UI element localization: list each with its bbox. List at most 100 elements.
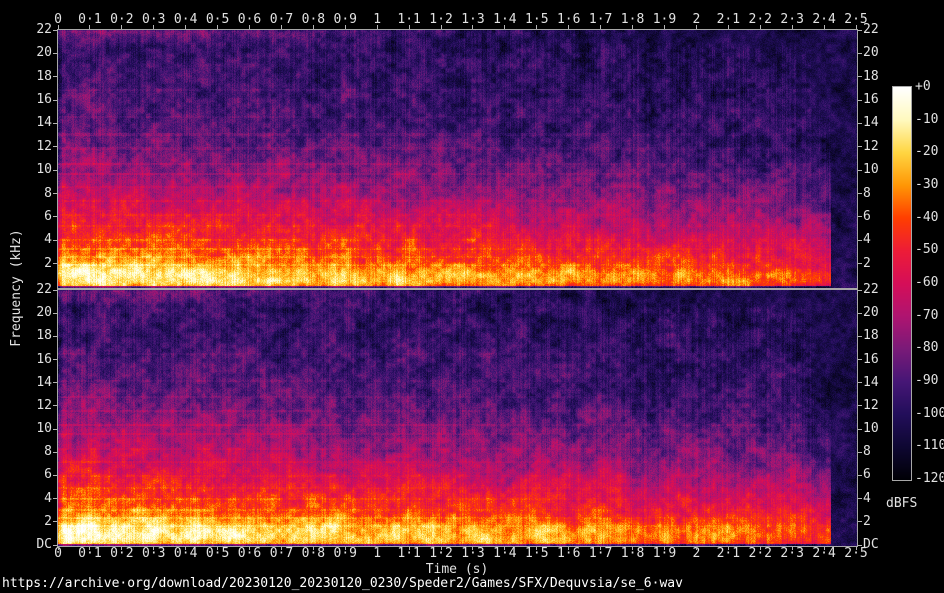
time-tick-mark [664,25,665,29]
dbfs-tick-label: -90 [915,373,939,388]
freq-tick-mark [858,545,862,546]
freq-tick-mark [858,313,862,314]
time-tick-mark [632,25,633,29]
time-tick-mark [568,25,569,29]
freq-tick-label: 2 [863,255,871,271]
freq-tick-mark [53,521,57,522]
freq-tick-label: 10 [36,421,52,437]
freq-tick-label: 12 [36,138,52,154]
freq-tick-label: 14 [863,115,879,131]
dbfs-tick-label: -80 [915,340,939,356]
time-tick-mark [121,546,122,550]
dbfs-tick-label: -70 [915,307,939,323]
freq-tick-mark [53,240,57,241]
freq-tick-label: 10 [863,421,879,437]
freq-tick-label: 16 [863,351,879,367]
freq-tick-mark [858,336,862,337]
freq-tick-mark [858,193,862,194]
freq-tick-mark [858,429,862,430]
time-tick-mark [185,546,186,550]
freq-tick-mark [858,123,862,124]
freq-tick-label: 20 [36,45,52,61]
time-tick-mark [409,25,410,29]
time-tick-mark [313,546,314,550]
freq-tick-label: 14 [36,115,52,131]
dbfs-tick-label: -10 [915,111,939,127]
time-tick-mark [89,546,90,550]
time-tick-mark [217,546,218,550]
time-tick-mark [121,25,122,29]
freq-tick-label: 14 [36,374,52,390]
time-tick-mark [217,25,218,29]
freq-tick-label: 10 [863,162,879,178]
time-tick-mark [728,546,729,550]
freq-tick-label: 18 [863,68,879,84]
freq-tick-mark [858,382,862,383]
freq-tick-label: 6 [44,467,52,483]
freq-tick-label: 18 [863,328,879,344]
freq-tick-mark [53,170,57,171]
freq-tick-mark [53,429,57,430]
time-tick-mark [249,25,250,29]
colorbar-gradient [892,86,912,481]
freq-tick-mark [53,30,57,31]
freq-tick-mark [858,170,862,171]
freq-tick-mark [53,545,57,546]
freq-tick-label: 18 [36,68,52,84]
freq-tick-mark [858,100,862,101]
freq-tick-label: 16 [863,92,879,108]
time-tick-mark [760,546,761,550]
freq-tick-label: 4 [44,490,52,506]
freq-tick-mark [858,498,862,499]
freq-tick-label: 2 [863,513,871,529]
time-tick-mark [536,25,537,29]
time-tick-mark [504,546,505,550]
time-tick-mark [472,25,473,29]
freq-tick-label: 12 [863,397,879,413]
freq-tick-mark [53,193,57,194]
freq-tick-mark [858,146,862,147]
time-tick-mark [377,546,378,550]
freq-tick-mark [53,313,57,314]
freq-tick-mark [53,475,57,476]
time-tick-mark [728,25,729,29]
time-tick-mark [58,25,59,29]
spectrogram-channel-2 [57,289,858,547]
freq-tick-mark [858,359,862,360]
time-tick-mark [696,546,697,550]
freq-tick-mark [53,216,57,217]
freq-tick-label: 20 [863,45,879,61]
spectrogram-channel-1 [57,29,858,289]
time-tick-mark [600,25,601,29]
freq-tick-label: DC [36,537,52,552]
freq-tick-mark [858,240,862,241]
dbfs-tick-label: -100 [915,405,944,421]
freq-tick-mark [53,359,57,360]
dbfs-tick-label: -30 [915,177,939,192]
freq-tick-label: 20 [863,305,879,321]
freq-tick-label: 6 [863,467,871,483]
time-axis-title: Time (s) [425,562,489,577]
dbfs-tick-label: -120 [915,471,944,486]
dbfs-unit-label: dBFS [886,496,918,511]
time-tick-mark [345,546,346,550]
freq-tick-mark [858,405,862,406]
time-tick-mark [313,25,314,29]
time-tick-mark [89,25,90,29]
dbfs-tick-label: -50 [915,242,939,258]
freq-tick-mark [53,452,57,453]
freq-tick-mark [53,336,57,337]
time-tick-mark [281,25,282,29]
time-tick-mark [441,546,442,550]
dbfs-tick-label: -60 [915,275,939,290]
time-tick-mark [824,546,825,550]
freq-tick-label: 4 [863,490,871,506]
freq-tick-label: 16 [36,92,52,108]
freq-tick-mark [858,263,862,264]
freq-tick-mark [53,263,57,264]
time-tick-mark [664,546,665,550]
freq-tick-mark [858,475,862,476]
time-tick-mark [281,546,282,550]
freq-axis-title: Frequency (kHz) [9,229,24,347]
time-tick-mark [536,546,537,550]
